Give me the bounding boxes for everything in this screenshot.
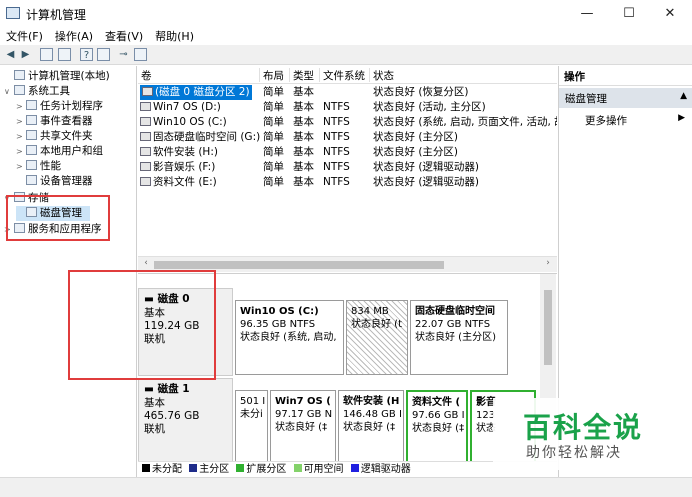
tree-item-task-scheduler[interactable]: > 任务计划程序 <box>16 99 103 114</box>
col-status[interactable]: 状态 <box>370 68 557 82</box>
partition-data-e[interactable]: 资料文件 ( 97.66 GB I 状态良好 (‡ <box>406 390 468 465</box>
col-volume[interactable]: 卷 <box>138 68 260 82</box>
tools-icon <box>14 85 25 95</box>
actions-section-disk-management[interactable]: 磁盘管理 ▲ <box>559 88 692 108</box>
forward-arrow-icon[interactable]: ▶ <box>19 48 32 61</box>
shared-folder-icon <box>26 130 37 140</box>
col-type[interactable]: 类型 <box>290 68 320 82</box>
watermark: 百科全说 助你轻松解决 <box>493 398 683 470</box>
volume-icon <box>140 102 151 111</box>
window-title: 计算机管理 <box>26 8 87 22</box>
clock-icon <box>26 100 37 110</box>
volume-icon <box>140 117 151 126</box>
legend-swatch-free <box>293 464 302 472</box>
legend-swatch-extended <box>236 464 245 472</box>
properties-icon[interactable] <box>97 48 110 61</box>
vscroll-thumb[interactable] <box>544 290 552 365</box>
volume-row[interactable]: 影音娱乐 (F:) 简单 基本 NTFS 状态良好 (逻辑驱动器) <box>138 160 557 175</box>
status-bar <box>0 477 692 497</box>
toolbar: ◀ ▶ ? ⊸ <box>0 45 692 65</box>
volume-row[interactable]: 固态硬盘临时空间 (G:) 简单 基本 NTFS 状态良好 (主分区) <box>138 130 557 145</box>
collapse-up-icon: ▲ <box>680 91 687 101</box>
volume-row[interactable]: Win10 OS (C:) 简单 基本 NTFS 状态良好 (系统, 启动, 页面文件,… <box>138 115 557 130</box>
minimize-button[interactable]: — <box>568 0 606 27</box>
volume-icon <box>142 87 153 96</box>
volume-row[interactable]: 资料文件 (E:) 简单 基本 NTFS 状态良好 (逻辑驱动器) <box>138 175 557 190</box>
back-arrow-icon[interactable]: ◀ <box>4 48 17 61</box>
hscroll-thumb[interactable] <box>154 261 444 269</box>
menu-help[interactable]: 帮助(H) <box>149 27 200 44</box>
up-folder-icon[interactable] <box>40 48 53 61</box>
event-log-icon <box>26 115 37 125</box>
volume-icon <box>140 132 151 141</box>
view-icon[interactable] <box>134 48 147 61</box>
volume-icon <box>140 147 151 156</box>
col-filesystem[interactable]: 文件系统 <box>320 68 370 82</box>
partition-unallocated[interactable]: 501 I 未分i <box>235 390 268 465</box>
volume-icon <box>140 177 151 186</box>
tree-item-performance[interactable]: > 性能 <box>16 159 61 174</box>
highlight-box-c-partition <box>68 270 216 380</box>
users-icon <box>26 145 37 155</box>
legend-swatch-primary <box>189 464 198 472</box>
help-icon[interactable]: ? <box>80 48 93 61</box>
device-manager-icon <box>26 175 37 185</box>
actions-header: 操作 <box>559 66 692 86</box>
scroll-left-icon[interactable]: ‹ <box>139 258 153 268</box>
menu-bar: 文件(F) 操作(A) 查看(V) 帮助(H) <box>0 27 692 45</box>
legend-swatch-unallocated <box>142 464 150 472</box>
tree-item-device-manager[interactable]: 设备管理器 <box>16 174 93 189</box>
volume-row[interactable]: Win7 OS (D:) 简单 基本 NTFS 状态良好 (活动, 主分区) <box>138 100 557 115</box>
col-layout[interactable]: 布局 <box>260 68 290 82</box>
title-bar: 计算机管理 — ☐ ✕ <box>0 0 692 27</box>
legend-swatch-logical <box>350 464 359 472</box>
partition-win7-d[interactable]: Win7 OS ( 97.17 GB N 状态良好 (‡ <box>270 390 336 465</box>
maximize-button[interactable]: ☐ <box>610 0 648 27</box>
computer-icon <box>14 70 25 80</box>
more-actions-item[interactable]: 更多操作 ▶ <box>559 110 692 130</box>
performance-icon <box>26 160 37 170</box>
tree-item-system-tools[interactable]: ∨ 系统工具 <box>4 84 70 99</box>
menu-action[interactable]: 操作(A) <box>49 27 99 44</box>
tree-item-shared-folders[interactable]: > 共享文件夹 <box>16 129 93 144</box>
partition-software-h[interactable]: 软件安装 (H 146.48 GB I 状态良好 (‡ <box>338 390 404 465</box>
tree-item-local-users[interactable]: > 本地用户和组 <box>16 144 103 159</box>
tree-item-event-viewer[interactable]: > 事件查看器 <box>16 114 93 129</box>
menu-view[interactable]: 查看(V) <box>99 27 149 44</box>
volume-row[interactable]: (磁盘 0 磁盘分区 2) 简单 基本 状态良好 (恢复分区) <box>138 85 557 100</box>
connect-icon[interactable]: ⊸ <box>117 48 130 61</box>
tree-item-computer-management[interactable]: 计算机管理(本地) <box>4 69 110 84</box>
disk-1-label[interactable]: ▬ 磁盘 1 基本 465.76 GB 联机 <box>138 378 233 466</box>
computer-management-icon <box>6 7 20 19</box>
partition-recovery[interactable]: 834 MB 状态良好 (t <box>346 300 408 375</box>
volume-list-header: 卷 布局 类型 文件系统 状态 <box>138 66 557 84</box>
close-button[interactable]: ✕ <box>651 0 689 27</box>
partition-ssd-temp-g[interactable]: 固态硬盘临时空间 22.07 GB NTFS 状态良好 (主分区) <box>410 300 508 375</box>
computer-management-window: 计算机管理 — ☐ ✕ 文件(F) 操作(A) 查看(V) 帮助(H) ◀ ▶ ? ⊸… <box>0 0 692 497</box>
menu-file[interactable]: 文件(F) <box>0 27 49 44</box>
scroll-right-icon[interactable]: › <box>541 258 555 268</box>
volume-icon <box>140 162 151 171</box>
show-hide-tree-icon[interactable] <box>58 48 71 61</box>
chevron-right-icon: ▶ <box>678 113 685 123</box>
partition-win10-c[interactable]: Win10 OS (C:) 96.35 GB NTFS 状态良好 (系统, 启动… <box>235 300 344 375</box>
volume-row[interactable]: 软件安装 (H:) 简单 基本 NTFS 状态良好 (主分区) <box>138 145 557 160</box>
highlight-box-storage <box>6 195 110 241</box>
